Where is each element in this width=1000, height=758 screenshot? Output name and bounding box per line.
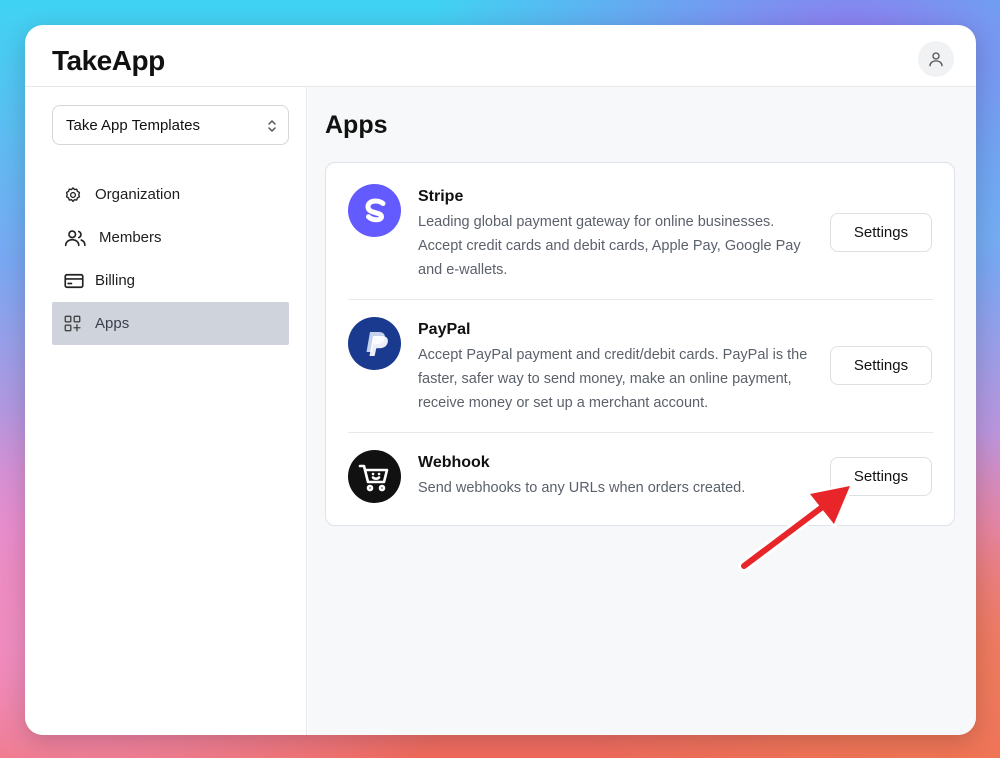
- paypal-settings-button[interactable]: Settings: [830, 346, 932, 385]
- sidebar: Take App Templates Organization Members …: [25, 87, 307, 735]
- app-name: Webhook: [418, 454, 490, 471]
- sidebar-item-label: Apps: [95, 315, 130, 332]
- sidebar-item-label: Organization: [95, 186, 181, 203]
- stripe-settings-button[interactable]: Settings: [830, 213, 932, 252]
- organization-select[interactable]: Take App Templates: [52, 105, 289, 145]
- apps-list-card: Stripe Leading global payment gateway fo…: [325, 162, 955, 526]
- paypal-logo-icon: [348, 317, 401, 370]
- app-description: Leading global payment gateway for onlin…: [418, 214, 801, 278]
- top-bar: TakeApp: [25, 25, 976, 87]
- app-description: Accept PayPal payment and credit/debit c…: [418, 347, 808, 411]
- user-menu-button[interactable]: [918, 41, 954, 77]
- organization-select-value: Take App Templates: [66, 116, 200, 134]
- app-row-stripe: Stripe Leading global payment gateway fo…: [348, 163, 933, 300]
- app-name: Stripe: [418, 188, 464, 205]
- sidebar-item-billing[interactable]: Billing: [52, 259, 289, 302]
- user-icon: [929, 52, 943, 67]
- app-window: TakeApp Take App Templates Organization …: [25, 25, 976, 735]
- main-content: Apps Stripe Leading global payment gatew…: [308, 87, 976, 735]
- sidebar-item-apps[interactable]: Apps: [52, 302, 289, 345]
- cart-logo-icon: [348, 450, 401, 503]
- sidebar-nav: Organization Members Billing Apps: [52, 173, 289, 345]
- red-arrow-annotation: [738, 483, 853, 572]
- chevron-up-down-icon: [268, 120, 276, 132]
- app-logo[interactable]: TakeApp: [52, 45, 165, 77]
- sidebar-item-label: Billing: [95, 272, 136, 289]
- apps-grid-icon: [64, 315, 81, 332]
- sidebar-item-label: Members: [99, 229, 162, 246]
- app-name: PayPal: [418, 321, 471, 338]
- users-icon: [64, 229, 86, 246]
- app-row-paypal: PayPal Accept PayPal payment and credit/…: [348, 300, 933, 433]
- credit-card-icon: [64, 273, 84, 288]
- page-title: Apps: [325, 111, 388, 139]
- sidebar-item-members[interactable]: Members: [52, 216, 289, 259]
- stripe-logo-icon: [348, 184, 401, 237]
- gear-icon: [65, 186, 81, 202]
- sidebar-item-organization[interactable]: Organization: [52, 173, 289, 216]
